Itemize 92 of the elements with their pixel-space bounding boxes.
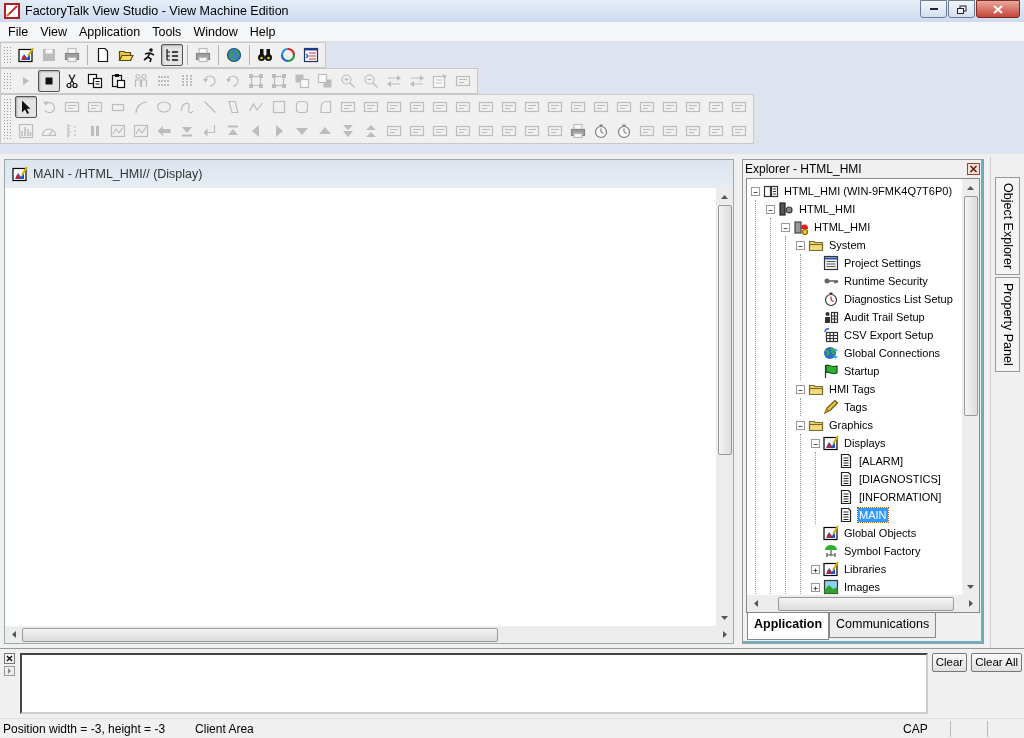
status-text: Position width = -3, height = -3 <box>2 720 167 738</box>
tree-item[interactable]: HMI Tags <box>828 382 877 396</box>
document-icon <box>838 507 854 523</box>
menu-item[interactable]: Application <box>73 22 147 41</box>
scroll-thumb[interactable] <box>963 196 978 416</box>
collapse-icon[interactable] <box>796 384 805 394</box>
display-icon <box>12 166 28 182</box>
status-text: CAP <box>902 720 929 738</box>
document-icon <box>838 471 854 487</box>
collapse-icon[interactable] <box>811 438 820 448</box>
tree-item[interactable]: Startup <box>843 364 881 378</box>
output-button[interactable]: Clear <box>931 653 968 673</box>
horizontal-scrollbar[interactable] <box>747 595 979 612</box>
output-button[interactable]: Clear All <box>971 653 1022 673</box>
menu-item[interactable]: Help <box>243 22 282 41</box>
close-icon[interactable] <box>967 163 980 175</box>
tree-item[interactable]: [ALARM] <box>858 454 904 468</box>
scroll-thumb[interactable] <box>778 596 954 611</box>
stopwatch-icon <box>823 291 839 307</box>
tree-item[interactable]: Project Settings <box>843 256 923 270</box>
document-icon <box>838 489 854 505</box>
side-tab[interactable]: Property Panel <box>995 277 1020 372</box>
window-title: FactoryTalk View Studio - View Machine Edition <box>25 2 289 20</box>
tree-item[interactable]: Displays <box>843 436 887 450</box>
tree-item[interactable]: [INFORMATION] <box>858 490 943 504</box>
tree-item[interactable]: Images <box>843 580 882 594</box>
minimize-icon <box>929 8 938 10</box>
audit-icon <box>823 309 839 325</box>
tree-item[interactable]: Global Objects <box>843 526 918 540</box>
settings-list-icon <box>823 255 839 271</box>
menu-item[interactable]: Tools <box>146 22 188 41</box>
tree-item[interactable]: System <box>828 238 867 252</box>
tree-item[interactable]: HTML_HMI <box>798 202 857 216</box>
close-button[interactable] <box>976 0 1020 18</box>
tree-item[interactable]: HTML_HMI (WIN-9FMK4Q7T6P0) <box>783 184 954 198</box>
minimize-button[interactable] <box>920 0 947 18</box>
server-icon <box>778 201 794 217</box>
stop-icon[interactable] <box>38 70 60 92</box>
app-icon <box>4 3 20 19</box>
tree-item[interactable]: Global Connections <box>843 346 941 360</box>
display-title: MAIN - /HTML_HMI// (Display) <box>33 165 203 183</box>
grid-table-icon <box>823 327 839 343</box>
alarm-server-icon <box>793 219 809 235</box>
toolbar-grip[interactable] <box>3 98 11 140</box>
tree-item[interactable]: CSV Export Setup <box>843 328 935 342</box>
display-icon <box>823 525 839 541</box>
tree-item[interactable]: Graphics <box>828 418 875 432</box>
collapse-icon[interactable] <box>751 186 760 196</box>
panel-title: Explorer - HTML_HMI <box>745 161 862 178</box>
collapse-icon[interactable] <box>796 420 805 430</box>
tree-item[interactable]: Tags <box>843 400 869 414</box>
menu-item[interactable]: View <box>34 22 74 41</box>
book-icon <box>763 183 779 199</box>
tree-item[interactable]: HTML_HMI <box>813 220 872 234</box>
close-icon <box>991 3 1005 15</box>
menu-item[interactable]: Window <box>187 22 244 41</box>
vertical-scrollbar[interactable] <box>716 188 733 626</box>
display-icon <box>823 561 839 577</box>
collapse-icon[interactable] <box>781 222 790 232</box>
status-text: Client Area <box>194 720 255 738</box>
toolbar-grip[interactable] <box>3 72 11 90</box>
scroll-thumb[interactable] <box>22 627 498 642</box>
display-icon <box>823 435 839 451</box>
tree-item[interactable]: Diagnostics List Setup <box>843 292 954 306</box>
pencil-icon <box>823 399 839 415</box>
document-icon <box>838 453 854 469</box>
tree-item[interactable]: Libraries <box>843 562 888 576</box>
tree-list-icon[interactable] <box>161 44 183 66</box>
tree-item[interactable]: Symbol Factory <box>843 544 922 558</box>
expand-icon[interactable] <box>811 582 820 592</box>
panel-tab[interactable]: Communications <box>829 613 937 638</box>
scroll-thumb[interactable] <box>717 205 732 455</box>
globe-arrows-icon <box>823 345 839 361</box>
tree-item[interactable]: [DIAGNOSTICS] <box>858 472 942 486</box>
restore-button[interactable] <box>948 0 975 18</box>
tree-item[interactable]: Audit Trail Setup <box>843 310 926 324</box>
menu-item[interactable]: File <box>2 22 35 41</box>
collapse-icon[interactable] <box>796 240 805 250</box>
toolbar-grip[interactable] <box>3 46 11 64</box>
panel-tab[interactable]: Application <box>747 613 830 640</box>
expand-icon[interactable] <box>811 564 820 574</box>
valve-icon <box>823 543 839 559</box>
vertical-scrollbar[interactable] <box>962 179 979 595</box>
side-tab[interactable]: Object Explorer <box>995 177 1020 276</box>
collapse-icon[interactable] <box>766 204 775 214</box>
restore-icon <box>955 3 968 15</box>
image-icon <box>823 579 839 595</box>
tree-item[interactable]: Runtime Security <box>843 274 929 288</box>
pointer-icon[interactable] <box>15 96 37 118</box>
close-icon[interactable] <box>3 653 15 664</box>
flag-icon <box>823 363 839 379</box>
horizontal-scrollbar[interactable] <box>5 626 733 643</box>
